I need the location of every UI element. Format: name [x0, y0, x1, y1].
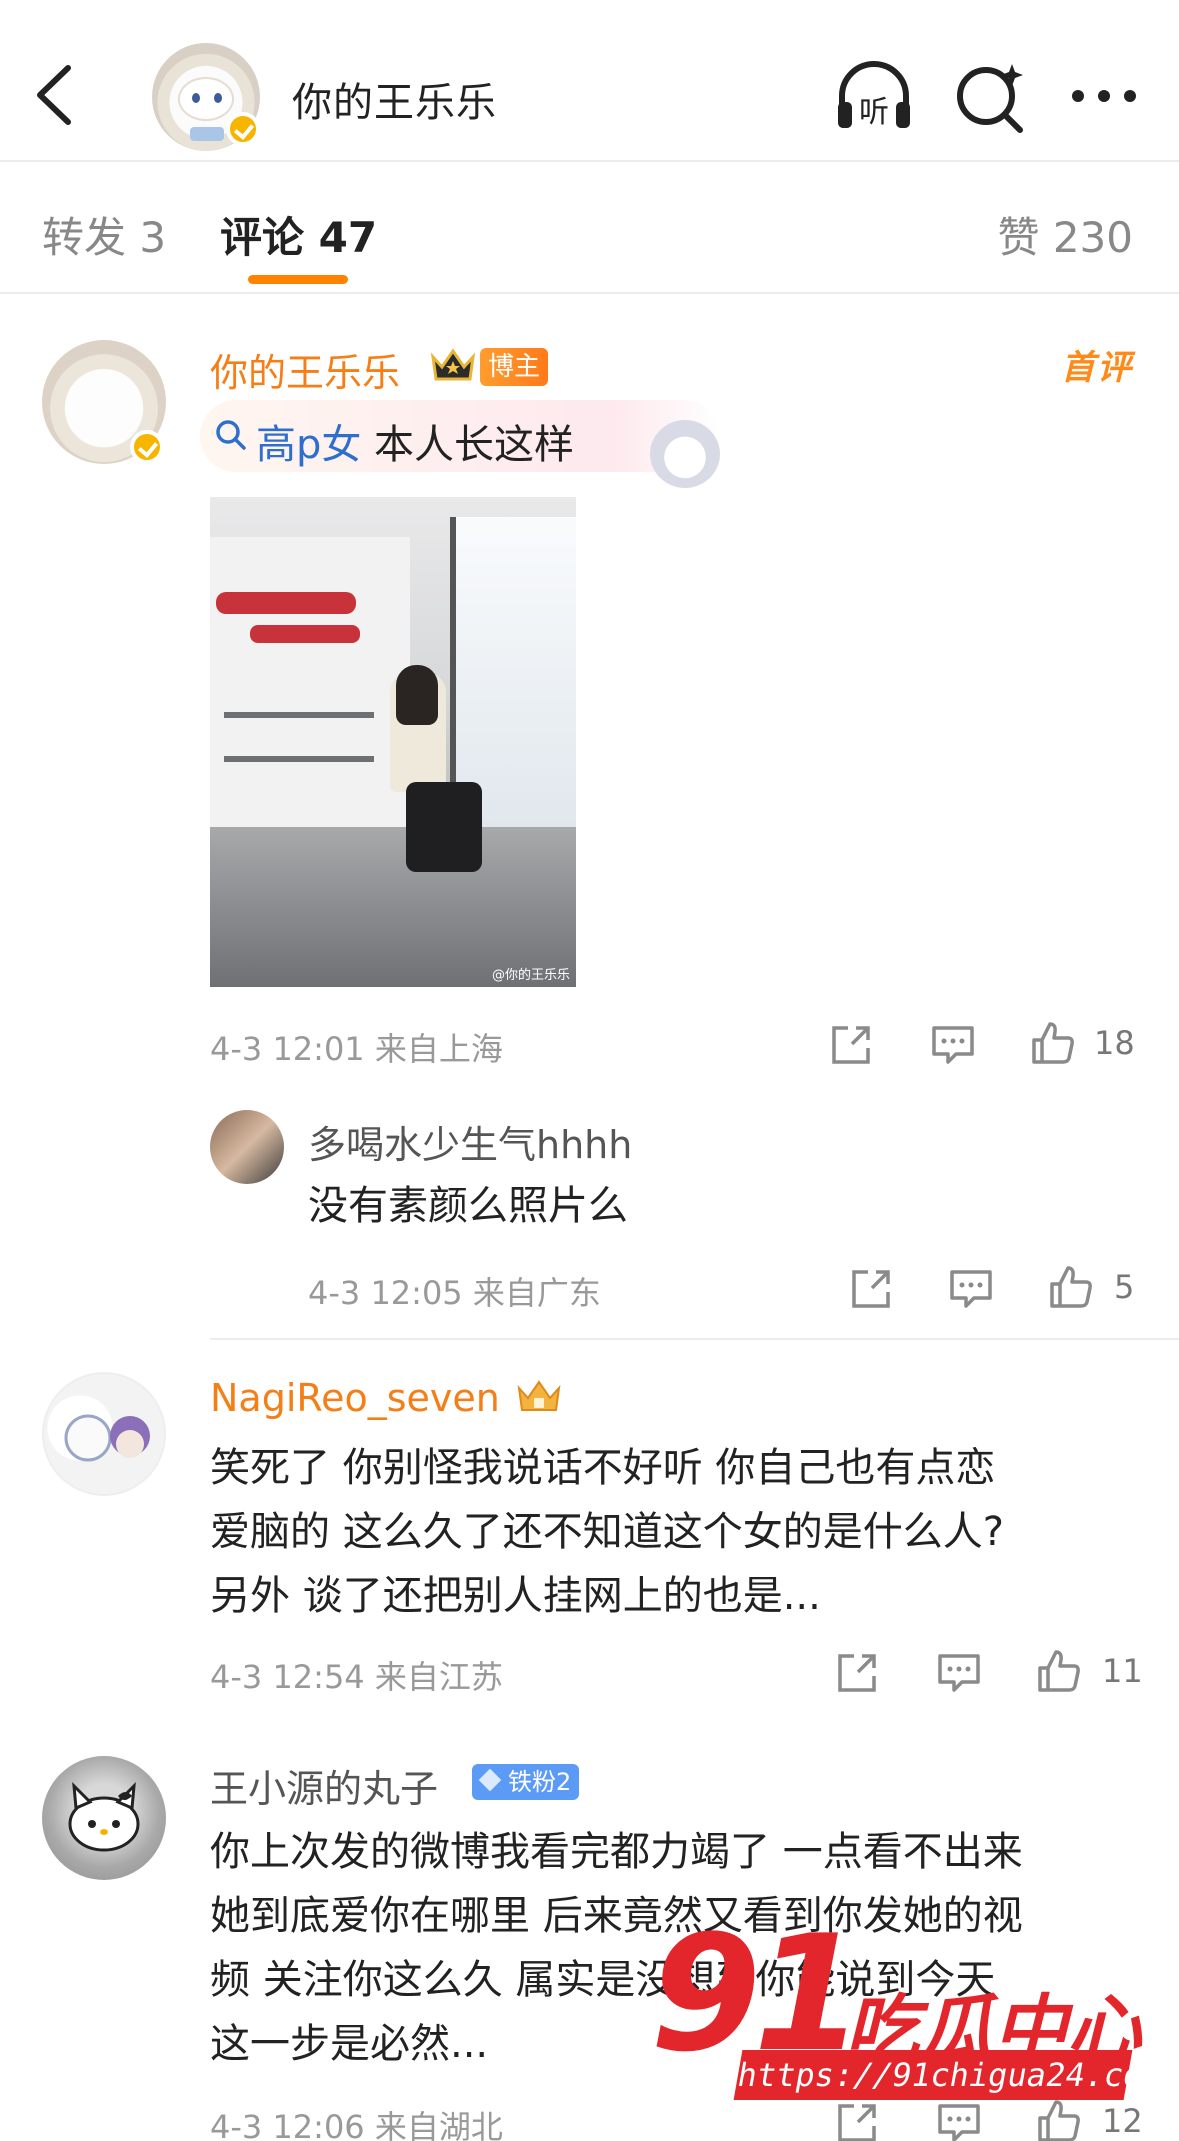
active-tab-indicator [248, 275, 348, 284]
crown-icon [517, 1380, 561, 1411]
comment-meta: 4-3 12:06 来自湖北 [210, 2108, 503, 2141]
photo-watermark: @你的王乐乐 [491, 968, 570, 983]
like-thumb-icon[interactable] [1048, 1264, 1094, 1310]
fan-level-badge: 铁粉2 [472, 1764, 580, 1800]
like-count: 5 [1114, 1268, 1135, 1306]
comment-text-line: 你上次发的微博我看完都力竭了 一点看不出来 [210, 1829, 1023, 1875]
like-thumb-icon[interactable] [1036, 1648, 1082, 1694]
comment-text-line: 她到底爱你在哪里 后来竟然又看到你发她的视 [210, 1893, 1023, 1939]
reply-icon[interactable] [936, 1650, 982, 1696]
comment-text-line: 另外 谈了还把别人挂网上的也是... [210, 1573, 821, 1619]
share-icon[interactable] [848, 1266, 894, 1312]
like-count: 12 [1102, 2102, 1143, 2140]
commenter-avatar[interactable] [42, 1756, 166, 1880]
search-icon [216, 420, 246, 450]
more-options-icon[interactable] [1064, 58, 1144, 138]
tab-reposts[interactable]: 转发 3 [42, 204, 166, 265]
like-thumb-icon[interactable] [1036, 2098, 1082, 2141]
like-count: 11 [1102, 1652, 1143, 1690]
search-text: 本人长这样 [374, 422, 574, 468]
anime-character-sticker [650, 420, 720, 488]
commenter-name[interactable]: 你的王乐乐 [210, 342, 400, 397]
search-icon[interactable] [950, 58, 1030, 138]
back-arrow-icon[interactable] [30, 60, 80, 130]
like-thumb-icon[interactable] [1030, 1020, 1076, 1066]
tab-comments[interactable]: 评论 47 [220, 204, 377, 265]
page-title: 你的王乐乐 [292, 80, 497, 126]
reply-icon[interactable] [948, 1266, 994, 1312]
reply-username[interactable]: 多喝水少生气hhhh [308, 1114, 632, 1169]
hello-kitty-icon [68, 1782, 140, 1852]
reply-text: 没有素颜么照片么 [308, 1183, 628, 1229]
search-highlight-text: 高p女 [256, 422, 362, 468]
tab-likes[interactable]: 赞 230 [997, 204, 1133, 265]
comment-text-line: 笑死了 你别怪我说话不好听 你自己也有点恋 [210, 1445, 996, 1491]
share-icon[interactable] [834, 1650, 880, 1696]
search-topic-chip[interactable]: 高p女 本人长这样 [200, 400, 720, 472]
commenter-name[interactable]: 王小源的丸子 [210, 1758, 438, 1813]
reply-icon[interactable] [930, 1022, 976, 1068]
comment-meta: 4-3 12:01 来自上海 [210, 1030, 503, 1068]
author-badge: 博主 [480, 348, 549, 386]
crown-icon [430, 348, 476, 381]
comment-divider [210, 1338, 1179, 1340]
like-count: 18 [1094, 1024, 1135, 1062]
verified-badge-icon [226, 112, 260, 146]
comment-text-line: 这一步是必然... [210, 2021, 489, 2067]
reply-meta: 4-3 12:05 来自广东 [308, 1274, 601, 1312]
share-icon[interactable] [828, 1022, 874, 1068]
verified-badge-icon [130, 430, 164, 464]
commenter-avatar[interactable] [42, 1372, 166, 1496]
commenter-name[interactable]: NagiReo_seven [210, 1376, 500, 1420]
first-comment-tag: 首评 [1061, 348, 1133, 388]
comment-text-line: 爱脑的 这么久了还不知道这个女的是什么人? [210, 1509, 1004, 1555]
headphones-listen-icon[interactable]: 听 [834, 58, 914, 138]
listen-label: 听 [859, 95, 889, 130]
share-icon[interactable] [834, 2100, 880, 2141]
reply-avatar[interactable] [210, 1110, 284, 1184]
site-watermark-url: https://91chigua24.com [733, 2050, 1165, 2100]
comment-meta: 4-3 12:54 来自江苏 [210, 1658, 503, 1696]
reply-icon[interactable] [936, 2100, 982, 2141]
anime-avatar-icon [64, 1414, 150, 1462]
tab-bar: 转发 3 评论 47 赞 230 [0, 162, 1179, 294]
top-bar: 你的王乐乐 听 [0, 0, 1179, 162]
comment-photo[interactable]: @你的王乐乐 [210, 497, 576, 987]
